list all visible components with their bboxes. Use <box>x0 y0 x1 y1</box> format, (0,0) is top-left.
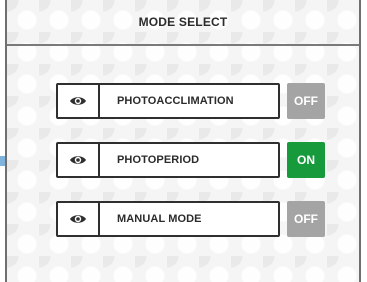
eye-icon <box>70 215 86 223</box>
mode-row-manual-mode[interactable]: MANUAL MODE <box>56 201 280 237</box>
eye-button-photoacclimation[interactable] <box>58 85 100 117</box>
panel-header: MODE SELECT <box>7 0 359 46</box>
toggle-photoacclimation[interactable]: OFF <box>287 83 325 119</box>
toggle-photoperiod[interactable]: ON <box>287 142 325 178</box>
eye-button-photoperiod[interactable] <box>58 144 100 176</box>
mode-select-panel: MODE SELECT PHOTOACCLIMATION OFF PHOTOPE… <box>5 0 361 282</box>
mode-label: PHOTOPERIOD <box>117 154 200 166</box>
page-title: MODE SELECT <box>138 15 228 29</box>
eye-icon <box>70 156 86 164</box>
mode-label: MANUAL MODE <box>117 213 202 225</box>
eye-button-manual-mode[interactable] <box>58 203 100 235</box>
mode-label: PHOTOACCLIMATION <box>117 95 234 107</box>
screen: MODE SELECT PHOTOACCLIMATION OFF PHOTOPE… <box>0 0 367 282</box>
mode-row-photoperiod[interactable]: PHOTOPERIOD <box>56 142 280 178</box>
eye-icon <box>70 97 86 105</box>
mode-row-photoacclimation[interactable]: PHOTOACCLIMATION <box>56 83 280 119</box>
toggle-manual-mode[interactable]: OFF <box>287 201 325 237</box>
